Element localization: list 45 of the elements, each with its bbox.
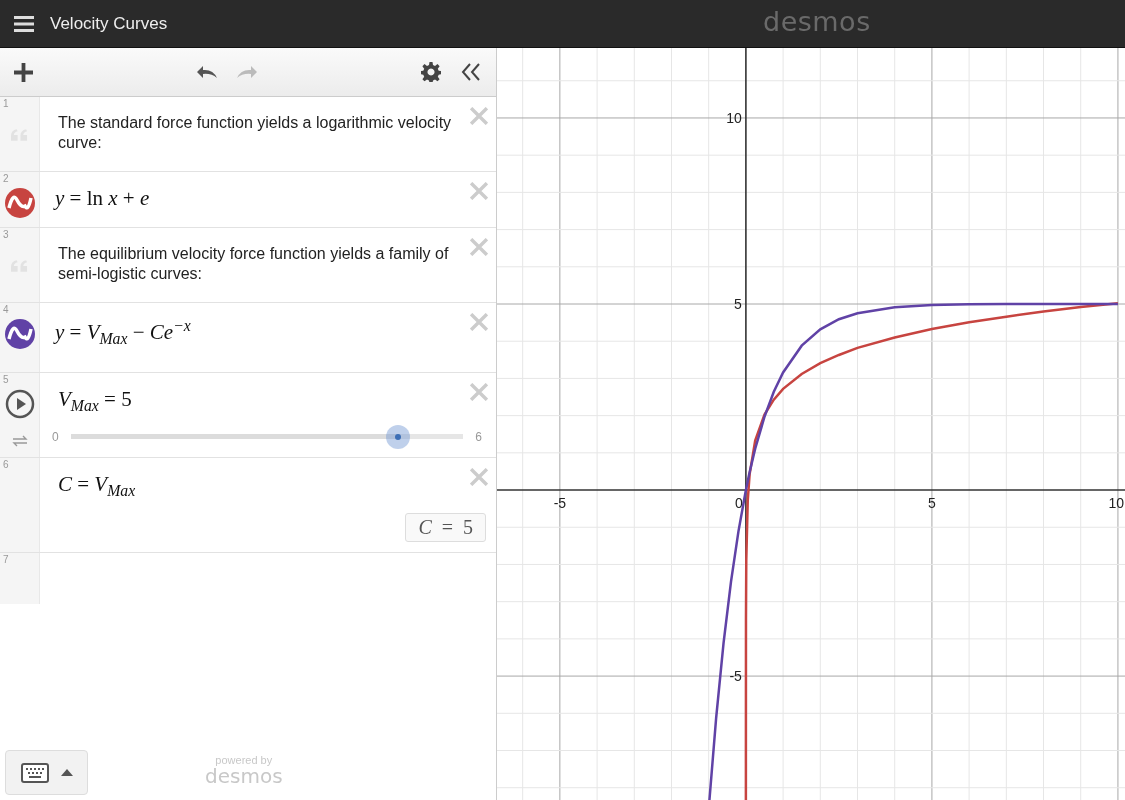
tick-label: -5 (729, 668, 742, 685)
caret-icon (60, 769, 73, 776)
add-icon[interactable] (14, 62, 33, 82)
tick-label: -5 (553, 495, 567, 512)
slider-max: 6 (475, 430, 482, 445)
tick-label: 5 (734, 296, 742, 312)
row-number: 6 (3, 460, 9, 471)
repeat-icon[interactable] (11, 435, 28, 448)
wave-icon[interactable] (4, 319, 35, 349)
settings-icon[interactable] (421, 62, 441, 82)
close-icon (470, 383, 488, 402)
undo-icon[interactable] (195, 64, 219, 80)
keyboard-icon (20, 762, 49, 783)
row-number: 1 (3, 99, 9, 109)
menu-icon[interactable] (14, 15, 34, 32)
graph-plot[interactable]: -5 0 5 10 -5 5 10 (497, 48, 1125, 800)
play-icon[interactable] (4, 389, 35, 420)
row-number: 7 (3, 554, 9, 565)
tick-label: 5 (928, 495, 936, 512)
close-icon (470, 238, 488, 256)
row-number: 5 (3, 375, 9, 386)
row-number: 4 (3, 305, 9, 315)
note-text[interactable]: The equilibrium velocity force function yields a family of semi-logistic curves: (58, 244, 462, 284)
row-number: 3 (3, 230, 9, 240)
close-icon (470, 107, 488, 125)
close-icon (470, 182, 488, 200)
collapse-icon[interactable] (461, 62, 481, 82)
wave-icon[interactable] (4, 188, 35, 218)
tick-label: 10 (1108, 495, 1124, 512)
row-number: 2 (3, 174, 9, 184)
math-expression[interactable]: V$_{Max}$ = 5 (58, 387, 132, 412)
note-text[interactable]: The standard force function yields a logarithmic velocity curve: (58, 113, 462, 153)
result-value: C = 5 (405, 512, 486, 542)
close-icon (470, 468, 488, 487)
logo: desmos (763, 6, 871, 37)
close-icon (470, 313, 488, 331)
tick-label: 10 (726, 109, 742, 126)
keyboard-button[interactable] (5, 750, 88, 795)
slider-thumb[interactable] (385, 425, 410, 450)
math-expression[interactable]: y = ln x + e (55, 186, 150, 210)
tick-label: 0 (735, 495, 743, 512)
graph-title: Velocity Curves (50, 13, 168, 34)
slider-min: 0 (52, 430, 59, 445)
math-expression[interactable]: y = V$_{Max}$ − Ce$^{−x}$ (55, 320, 191, 344)
math-expression[interactable]: C = V$_{Max}$ (58, 472, 136, 497)
